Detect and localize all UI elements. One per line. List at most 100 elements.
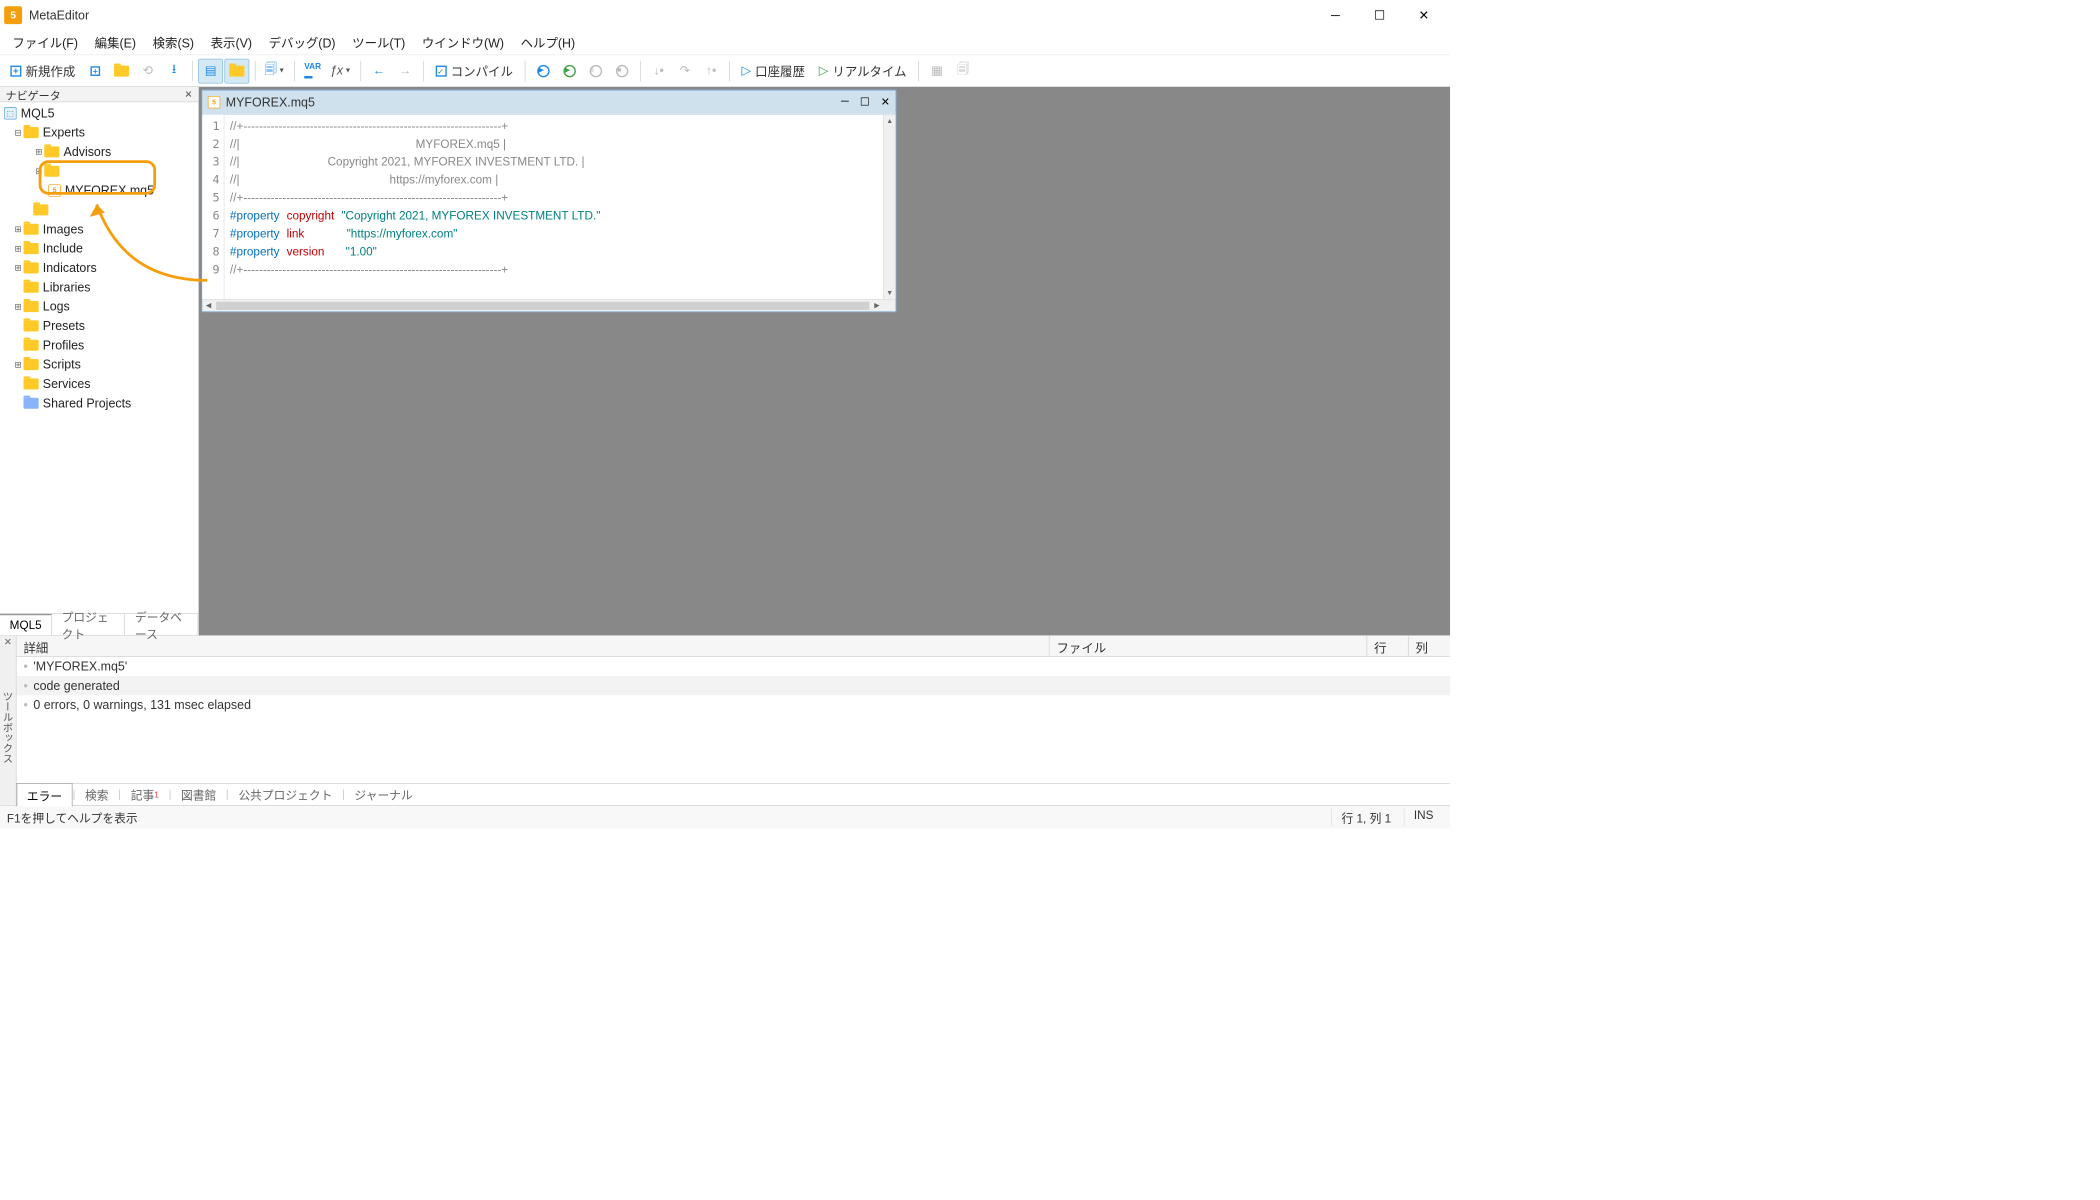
expander-icon[interactable]: ⊞	[12, 224, 23, 234]
expander-icon[interactable]: ⊞	[33, 147, 44, 157]
menu-edit[interactable]: 編集(E)	[86, 29, 144, 55]
folder-icon	[33, 204, 48, 215]
tree-logs[interactable]: ⊞ Logs	[0, 297, 198, 316]
play-button[interactable]: ▶	[531, 58, 556, 83]
menu-search[interactable]: 検索(S)	[144, 29, 202, 55]
folder-icon	[23, 320, 38, 331]
tree-folder-hidden2[interactable]	[0, 200, 198, 219]
tree-folder-hidden[interactable]: ⊞	[0, 162, 198, 181]
status-help: F1を押してヘルプを表示	[7, 809, 138, 826]
folder-icon	[114, 65, 129, 76]
back-button[interactable]: ←	[367, 58, 392, 83]
tab-articles[interactable]: 記事1	[121, 783, 168, 806]
expander-icon[interactable]: ⊞	[12, 244, 23, 254]
table-row[interactable]: 'MYFOREX.mq5'	[17, 657, 1450, 676]
menu-help[interactable]: ヘルプ(H)	[512, 29, 583, 55]
code-kw: #property	[230, 227, 280, 240]
copy-button[interactable]: 🗐▼	[261, 58, 289, 83]
close-button[interactable]: ✕	[1402, 1, 1446, 29]
minimize-button[interactable]: ─	[1313, 1, 1357, 29]
expander-icon[interactable]: ⊞	[33, 166, 44, 176]
table-row[interactable]: code generated	[17, 676, 1450, 695]
tree-root[interactable]: ⬚ MQL5	[0, 104, 198, 123]
copy2-button[interactable]: 🗐	[951, 58, 976, 83]
new-button[interactable]: + 新規作成	[4, 58, 81, 83]
table-row[interactable]: 0 errors, 0 warnings, 131 msec elapsed	[17, 695, 1450, 714]
tree-profiles[interactable]: Profiles	[0, 336, 198, 355]
code-attr: link	[287, 227, 305, 240]
stop-button[interactable]: ■	[610, 58, 635, 83]
tree-indicators[interactable]: ⊞ Indicators	[0, 258, 198, 277]
folder-icon	[44, 146, 59, 157]
editor-maximize-button[interactable]: ☐	[860, 95, 870, 109]
menu-view[interactable]: 表示(V)	[202, 29, 260, 55]
var-button[interactable]: VAR▬	[300, 58, 325, 83]
tree-myforex-file[interactable]: 5 MYFOREX.mq5	[0, 181, 198, 200]
step-over-button[interactable]: ↷	[672, 58, 697, 83]
navigator-close-button[interactable]: ✕	[185, 88, 193, 100]
maximize-button[interactable]: ☐	[1358, 1, 1402, 29]
expander-icon[interactable]: ⊞	[12, 263, 23, 273]
navigator-tree[interactable]: ⬚ MQL5 ⊟ Experts ⊞ Advisors ⊞ 5 MYFOREX.…	[0, 102, 198, 613]
tab-search[interactable]: 検索	[75, 783, 118, 806]
editor-minimize-button[interactable]: ─	[841, 95, 849, 109]
menu-bar: ファイル(F) 編集(E) 検索(S) 表示(V) デバッグ(D) ツール(T)…	[0, 30, 1450, 55]
save-button[interactable]: ⟲	[135, 58, 160, 83]
tab-library[interactable]: 図書館	[171, 783, 226, 806]
nav-tab-database[interactable]: データベース	[125, 614, 198, 635]
menu-file[interactable]: ファイル(F)	[4, 29, 86, 55]
grid-button[interactable]: ▦	[925, 58, 950, 83]
forward-button[interactable]: →	[393, 58, 418, 83]
col-file[interactable]: ファイル	[1050, 636, 1368, 656]
tree-scripts[interactable]: ⊞ Scripts	[0, 355, 198, 374]
realtime-button[interactable]: ▷ リアルタイム	[812, 58, 912, 83]
run-button[interactable]: ▶	[557, 58, 582, 83]
col-col[interactable]: 列	[1409, 636, 1450, 656]
step-out-button[interactable]: ↑•	[699, 58, 724, 83]
tree-shared[interactable]: Shared Projects	[0, 394, 198, 413]
menu-window[interactable]: ウインドウ(W)	[414, 29, 513, 55]
tree-libraries[interactable]: Libraries	[0, 278, 198, 297]
editor-vscrollbar[interactable]: ▲ ▼	[883, 115, 895, 299]
editor-close-button[interactable]: ✕	[881, 95, 890, 109]
new-file-button[interactable]: +	[83, 58, 108, 83]
tree-services[interactable]: Services	[0, 374, 198, 393]
editor-hscrollbar[interactable]: ◀▶	[202, 299, 895, 311]
compile-button[interactable]: ✓ コンパイル	[429, 58, 519, 83]
tab-journal[interactable]: ジャーナル	[345, 783, 422, 806]
history-button[interactable]: ▷ 口座履歴	[735, 58, 811, 83]
title-bar: 5 MetaEditor ─ ☐ ✕	[0, 0, 1450, 30]
layout-button-1[interactable]: ▤	[198, 58, 223, 83]
expander-icon[interactable]: ⊞	[12, 360, 23, 370]
step-in-button[interactable]: ↓•	[646, 58, 671, 83]
tree-advisors[interactable]: ⊞ Advisors	[0, 142, 198, 161]
tree-presets[interactable]: Presets	[0, 316, 198, 335]
editor-window: 5 MYFOREX.mq5 ─ ☐ ✕ 123456789 //+-------…	[202, 90, 897, 312]
pause-button[interactable]: ‖	[583, 58, 608, 83]
expander-icon[interactable]: ⊞	[12, 302, 23, 312]
fx-button[interactable]: ƒx▼	[327, 58, 355, 83]
nav-tab-mql5[interactable]: MQL5	[0, 614, 52, 635]
menu-tools[interactable]: ツール(T)	[344, 29, 414, 55]
menu-debug[interactable]: デバッグ(D)	[260, 29, 344, 55]
col-row[interactable]: 行	[1367, 636, 1408, 656]
tree-images[interactable]: ⊞ Images	[0, 220, 198, 239]
tree-include[interactable]: ⊞ Include	[0, 239, 198, 258]
expander-icon[interactable]: ⊟	[12, 128, 23, 138]
tab-public[interactable]: 公共プロジェクト	[229, 783, 342, 806]
toolbox-close-button[interactable]: ✕	[0, 636, 16, 650]
copy2-icon: 🗐	[957, 60, 969, 81]
open-button[interactable]	[109, 58, 134, 83]
nav-tab-project[interactable]: プロジェクト	[52, 614, 125, 635]
play-icon: ▶	[537, 65, 549, 77]
new-icon: +	[10, 65, 21, 76]
tree-label: Logs	[43, 299, 70, 314]
folder-icon	[23, 243, 38, 254]
editor-titlebar[interactable]: 5 MYFOREX.mq5 ─ ☐ ✕	[202, 90, 895, 113]
code-editor[interactable]: //+-------------------------------------…	[224, 115, 883, 299]
tab-error[interactable]: エラー	[17, 783, 73, 806]
layout-icon: ▤	[205, 64, 217, 79]
save-all-button[interactable]: ⭳	[162, 58, 187, 83]
tree-experts[interactable]: ⊟ Experts	[0, 123, 198, 142]
layout-button-2[interactable]	[224, 58, 249, 83]
